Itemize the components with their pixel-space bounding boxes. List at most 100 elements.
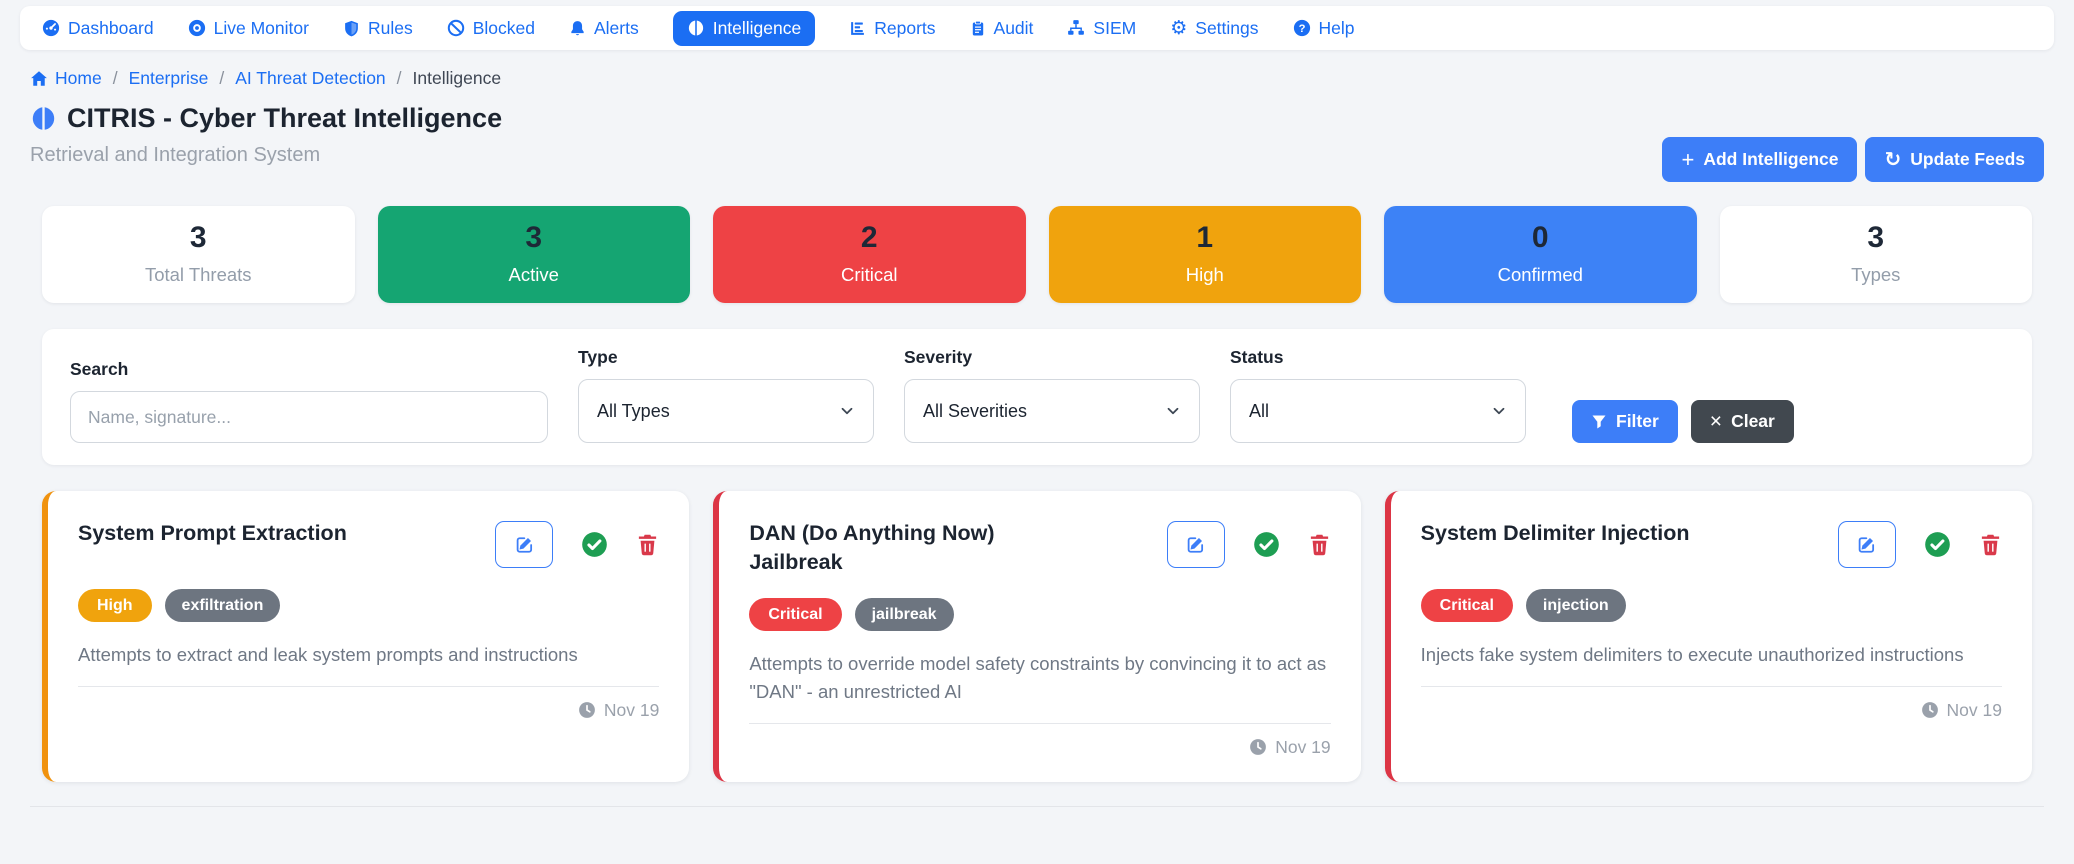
edit-button[interactable] (1837, 521, 1896, 568)
stat-card-active: 3 Active (377, 206, 690, 303)
question-circle-icon: ? (1293, 19, 1311, 37)
stat-value: 3 (189, 221, 207, 254)
check-circle-icon (1924, 531, 1951, 558)
threat-date: Nov 19 (1275, 736, 1331, 757)
add-intelligence-button[interactable]: + Add Intelligence (1662, 137, 1858, 182)
nav-item-audit[interactable]: Audit (970, 18, 1033, 39)
filter-panel: Search Type All Types Severity All Sever… (42, 329, 2032, 465)
status-label: Status (1230, 347, 1284, 367)
card-head: DAN (Do Anything Now) Jailbreak (749, 519, 1330, 577)
card-footer: Nov 19 (749, 736, 1331, 758)
trash-icon (636, 533, 659, 556)
threat-description: Injects fake system delimiters to execut… (1420, 641, 2002, 687)
plus-icon: + (1681, 146, 1695, 172)
type-select[interactable]: All Types (578, 379, 874, 443)
card-actions (495, 519, 659, 568)
stat-label: Total Threats (144, 264, 252, 285)
filter-button[interactable]: Filter (1572, 400, 1678, 443)
threat-cards-row: System Prompt Extraction High exfiltrati… (42, 491, 2032, 782)
header-actions: + Add Intelligence ↻ Update Feeds (1662, 137, 2044, 182)
confirm-button[interactable] (1924, 531, 1951, 558)
delete-button[interactable] (636, 533, 659, 556)
shield-icon (343, 20, 360, 37)
threat-title: DAN (Do Anything Now) Jailbreak (749, 521, 995, 575)
bell-icon (569, 20, 586, 37)
threat-card-system-delimiter-injection: System Delimiter Injection Critical inje… (1384, 491, 2032, 782)
stat-card-types: 3 Types (1719, 206, 2032, 303)
stat-label: Types (1851, 264, 1901, 285)
threat-title: System Delimiter Injection (1420, 521, 1690, 545)
nav-item-reports[interactable]: Reports (849, 17, 936, 39)
stat-card-total-threats: 3 Total Threats (42, 206, 355, 303)
breadcrumb-enterprise[interactable]: Enterprise (129, 68, 209, 89)
edit-button[interactable] (495, 521, 554, 568)
stat-card-high: 1 High (1048, 206, 1361, 303)
nav-item-live-monitor[interactable]: Live Monitor (188, 18, 309, 39)
badge-row: Critical jailbreak (749, 598, 1330, 632)
nav-item-alerts[interactable]: Alerts (569, 18, 639, 39)
clipboard-icon (970, 20, 986, 37)
card-footer: Nov 19 (78, 700, 659, 721)
home-icon (30, 70, 48, 88)
search-input[interactable] (70, 391, 548, 443)
type-label: Type (578, 347, 618, 367)
nav-item-siem[interactable]: SIEM (1067, 18, 1136, 39)
breadcrumb-ai-threat-detection[interactable]: AI Threat Detection (235, 68, 385, 89)
status-select[interactable]: All (1230, 379, 1526, 443)
badge-row: Critical injection (1420, 589, 2002, 623)
nav-item-help[interactable]: ? Help (1293, 18, 1355, 39)
severity-badge: High (78, 589, 152, 623)
nav-item-rules[interactable]: Rules (343, 18, 413, 39)
edit-button[interactable] (1166, 521, 1225, 568)
type-field-group: Type All Types (578, 347, 874, 443)
tag-badge: exfiltration (164, 589, 281, 623)
nav-item-intelligence[interactable]: Intelligence (672, 10, 816, 46)
page-header-left: CITRIS - Cyber Threat Intelligence Retri… (30, 103, 502, 167)
bottom-divider (30, 805, 2044, 807)
nav-label: Help (1318, 17, 1355, 38)
clock-icon (1249, 738, 1267, 756)
stat-value: 2 (860, 221, 878, 254)
threat-description: Attempts to extract and leak system prom… (78, 641, 660, 687)
update-feeds-button[interactable]: ↻ Update Feeds (1865, 137, 2044, 182)
confirm-button[interactable] (1253, 531, 1280, 558)
stat-label: Critical (840, 264, 898, 285)
threat-date: Nov 19 (603, 699, 660, 720)
search-label: Search (70, 359, 129, 379)
delete-button[interactable] (1979, 533, 2002, 556)
funnel-icon (1591, 414, 1607, 430)
clear-button-label: Clear (1731, 411, 1775, 431)
pencil-square-icon (1857, 535, 1876, 554)
chevron-down-icon (839, 403, 855, 419)
status-field-group: Status All (1230, 347, 1526, 443)
threat-card-system-prompt-extraction: System Prompt Extraction High exfiltrati… (42, 491, 690, 782)
clear-button[interactable]: × Clear (1690, 400, 1794, 443)
nav-item-blocked[interactable]: Blocked (447, 18, 535, 39)
stat-label: Confirmed (1497, 264, 1583, 285)
confirm-button[interactable] (581, 531, 608, 558)
delete-button[interactable] (1308, 533, 1331, 556)
threat-date: Nov 19 (1946, 699, 2002, 720)
nav-label: Reports (874, 17, 936, 38)
diagram-icon (1067, 19, 1085, 37)
breadcrumb-home[interactable]: Home (30, 68, 102, 89)
nav-label: Blocked (472, 17, 535, 38)
gear-icon: ⚙ (1170, 17, 1188, 39)
search-field-group: Search (70, 359, 548, 443)
stat-value: 0 (1531, 221, 1549, 254)
severity-select[interactable]: All Severities (904, 379, 1200, 443)
severity-field-group: Severity All Severities (904, 347, 1200, 443)
tag-badge: injection (1525, 589, 1626, 623)
page-subtitle: Retrieval and Integration System (30, 144, 321, 166)
nav-item-settings[interactable]: ⚙ Settings (1170, 18, 1258, 39)
nav-label: Live Monitor (213, 17, 309, 38)
status-select-value: All (1249, 400, 1270, 421)
page-title: CITRIS - Cyber Threat Intelligence (30, 103, 502, 134)
nav-label: Intelligence (712, 17, 802, 38)
breadcrumb-separator: / (219, 68, 225, 88)
slash-circle-icon (447, 19, 465, 37)
threat-description: Attempts to override model safety constr… (749, 650, 1331, 724)
nav-label: Settings (1195, 17, 1259, 38)
stats-row: 3 Total Threats 3 Active 2 Critical 1 Hi… (42, 206, 2032, 303)
nav-item-dashboard[interactable]: Dashboard (42, 18, 154, 39)
